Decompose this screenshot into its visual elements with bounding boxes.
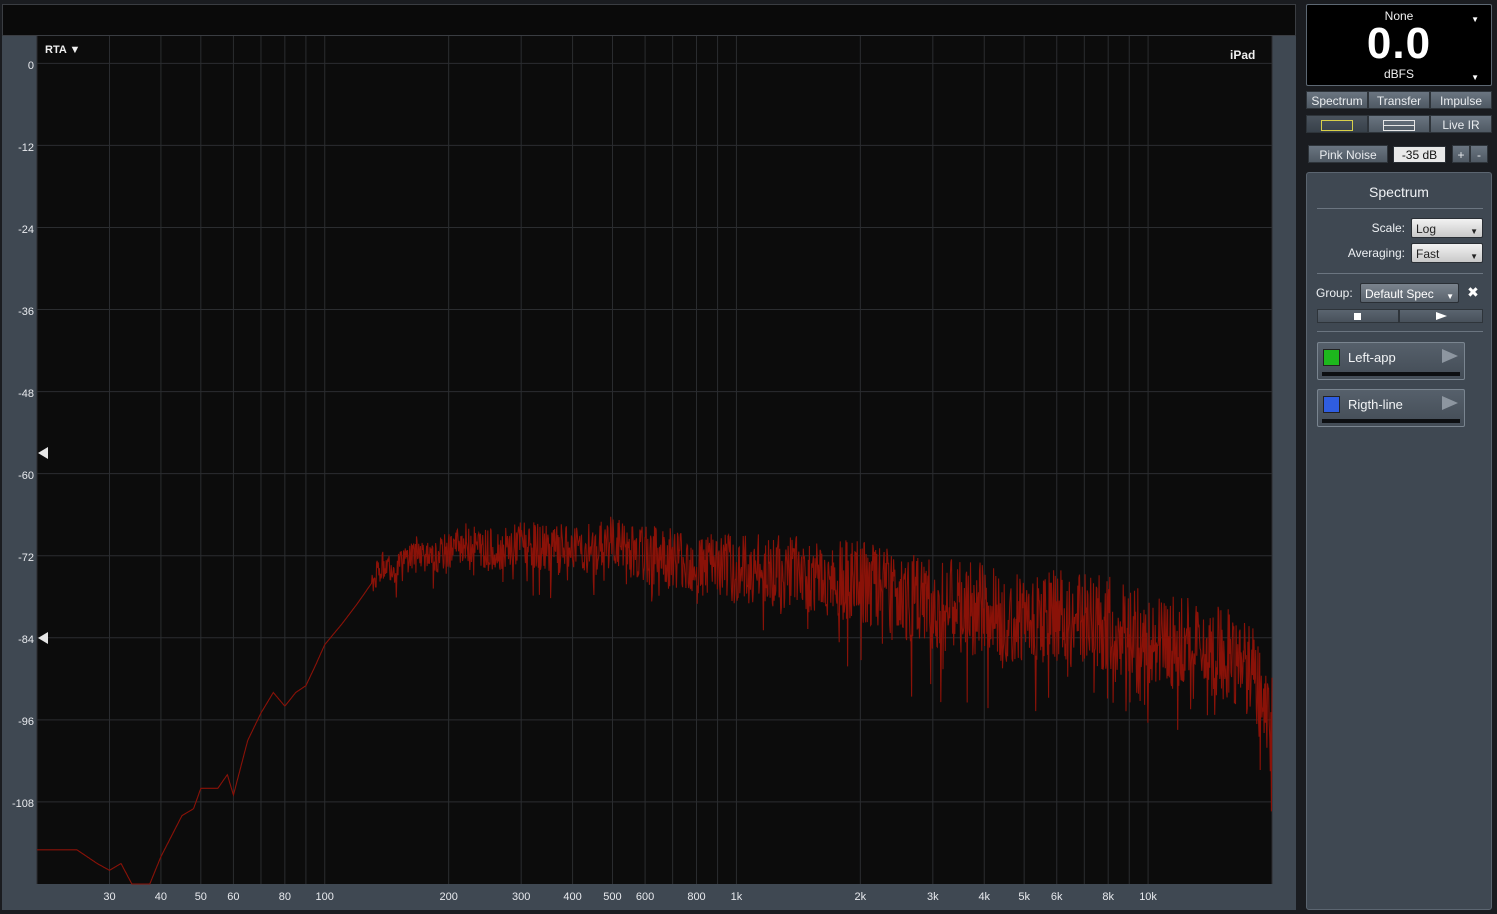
trace-name: Left-app xyxy=(1348,350,1396,365)
x-tick-label: 80 xyxy=(278,891,291,903)
x-tick-label: 40 xyxy=(154,891,168,903)
level-marker-upper-handle[interactable] xyxy=(38,447,48,459)
spectrum-plot[interactable] xyxy=(2,36,1296,910)
x-tick-label: 4k xyxy=(978,891,991,903)
trace-item-rigth-line[interactable]: Rigth-line xyxy=(1317,389,1465,427)
x-tick-label: 2k xyxy=(854,891,867,903)
meter-value: 0.0 xyxy=(1366,19,1432,68)
trace-name: Rigth-line xyxy=(1348,397,1403,412)
split-layout-button[interactable] xyxy=(1368,115,1430,133)
play-button[interactable] xyxy=(1399,309,1483,323)
trace-expand-arrow-icon[interactable] xyxy=(1442,396,1458,410)
live-ir-button[interactable]: Live IR xyxy=(1430,115,1492,133)
group-label: Group: xyxy=(1316,286,1353,300)
level-decrease-button[interactable]: - xyxy=(1470,145,1488,163)
level-increase-button[interactable]: + xyxy=(1452,145,1470,163)
y-tick-label: -108 xyxy=(11,798,34,810)
group-select-value: Default Spec xyxy=(1365,287,1434,301)
x-tick-label: 500 xyxy=(603,891,622,903)
x-tick-label: 5k xyxy=(1018,891,1030,903)
tab-spectrum[interactable]: Spectrum xyxy=(1306,91,1368,109)
trace-color-swatch[interactable] xyxy=(1323,349,1340,366)
x-tick-label: 200 xyxy=(439,891,458,903)
x-tick-label: 50 xyxy=(194,891,207,903)
chevron-down-icon: ▼ xyxy=(1446,292,1454,301)
y-tick-label: 0 xyxy=(27,60,34,72)
divider xyxy=(1317,208,1483,209)
y-tick-label: -84 xyxy=(18,634,34,646)
scale-select-value: Log xyxy=(1416,222,1437,236)
x-tick-label: 60 xyxy=(227,891,240,903)
rta-plot-panel: RTA ▼ iPad 0 -12 -24 -36 -48 -60 -72 -84… xyxy=(2,36,1296,910)
chevron-down-icon: ▼ xyxy=(1470,227,1478,236)
scale-select[interactable]: Log ▼ xyxy=(1411,218,1483,238)
y-tick-label: -12 xyxy=(18,142,34,154)
x-tick-label: 3k xyxy=(927,891,939,903)
group-tools-icon[interactable]: ✖ xyxy=(1465,284,1481,300)
meter-unit-label: dBFS xyxy=(1383,67,1414,81)
trace-level-meter xyxy=(1322,419,1460,423)
generator-level-field[interactable]: -35 dB xyxy=(1393,146,1446,163)
rta-mode-menu[interactable]: RTA ▼ xyxy=(45,44,80,56)
trace-item-left-app[interactable]: Left-app xyxy=(1317,342,1465,380)
spectrum-settings-panel: Spectrum Scale: Log ▼ Averaging: Fast ▼ … xyxy=(1306,172,1492,910)
panel-title: Spectrum xyxy=(1369,184,1429,200)
split-pane-icon xyxy=(1383,120,1415,132)
play-icon xyxy=(1436,312,1447,320)
stop-button[interactable] xyxy=(1317,309,1399,323)
divider xyxy=(1317,273,1483,274)
y-tick-label: -24 xyxy=(18,224,34,236)
averaging-select-value: Fast xyxy=(1416,247,1440,261)
top-toolbar-strip xyxy=(2,4,1296,36)
tab-impulse[interactable]: Impulse xyxy=(1430,91,1492,109)
x-tick-label: 600 xyxy=(635,891,655,903)
single-layout-button[interactable] xyxy=(1306,115,1368,133)
chevron-down-icon: ▼ xyxy=(1470,252,1478,261)
level-meter: None ▼ 0.0 dBFS ▼ xyxy=(1306,4,1492,86)
single-pane-icon xyxy=(1321,120,1353,132)
y-tick-label: -36 xyxy=(18,306,34,318)
trace-expand-arrow-icon[interactable] xyxy=(1442,349,1458,363)
y-tick-label: -60 xyxy=(18,470,34,482)
y-tick-label: -72 xyxy=(18,552,34,564)
meter-unit-caret-icon[interactable]: ▼ xyxy=(1471,73,1479,82)
x-tick-label: 10k xyxy=(1139,891,1157,903)
trace-level-meter xyxy=(1322,372,1460,376)
x-tick-label: 100 xyxy=(315,891,334,903)
x-tick-label: 1k xyxy=(730,891,743,903)
level-marker-lower-handle[interactable] xyxy=(38,632,48,644)
x-tick-label: 30 xyxy=(103,891,116,903)
group-select[interactable]: Default Spec ▼ xyxy=(1360,283,1459,303)
plot-background xyxy=(37,36,1272,884)
y-tick-label: -96 xyxy=(18,716,34,728)
scale-label: Scale: xyxy=(1371,221,1405,235)
trace-color-swatch[interactable] xyxy=(1323,396,1340,413)
pink-noise-button[interactable]: Pink Noise xyxy=(1308,145,1388,163)
stop-icon xyxy=(1354,313,1361,320)
averaging-label: Averaging: xyxy=(1347,246,1405,260)
averaging-select[interactable]: Fast ▼ xyxy=(1411,243,1483,263)
x-tick-label: 8k xyxy=(1102,891,1114,903)
x-tick-label: 300 xyxy=(511,891,531,903)
device-label: iPad xyxy=(1230,48,1256,62)
y-tick-label: -48 xyxy=(18,388,34,400)
x-tick-label: 6k xyxy=(1050,891,1063,903)
x-tick-label: 400 xyxy=(563,891,582,903)
x-tick-label: 800 xyxy=(687,891,706,903)
tab-transfer[interactable]: Transfer xyxy=(1368,91,1430,109)
divider xyxy=(1317,331,1483,332)
